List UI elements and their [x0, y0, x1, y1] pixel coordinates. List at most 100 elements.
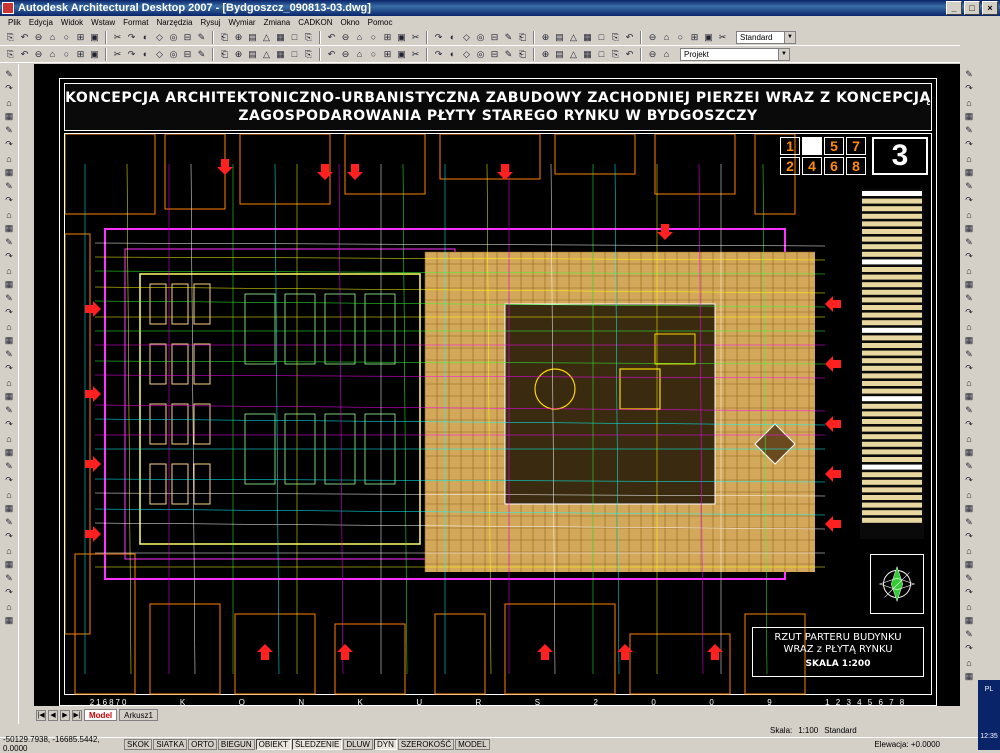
grid-toggle[interactable]: SIATKA [153, 738, 188, 750]
tool-icon[interactable]: ○ [60, 31, 73, 44]
tool-icon[interactable]: ↷ [2, 530, 16, 543]
tool-icon[interactable]: ⌂ [962, 152, 976, 165]
tool-icon[interactable]: ⌂ [962, 488, 976, 501]
tool-icon[interactable]: ⌂ [2, 96, 16, 109]
menu-wstaw[interactable]: Wstaw [87, 18, 119, 27]
tool-icon[interactable]: ▦ [962, 558, 976, 571]
tool-icon[interactable]: ▤ [553, 48, 566, 61]
menu-cadkon[interactable]: CADKON [294, 18, 336, 27]
tool-icon[interactable]: ▣ [702, 31, 715, 44]
tool-icon[interactable]: ⊞ [74, 48, 87, 61]
tool-icon[interactable]: ⌂ [660, 48, 673, 61]
menu-zmiana[interactable]: Zmiana [260, 18, 295, 27]
tool-icon[interactable]: ▦ [2, 446, 16, 459]
menu-pomoc[interactable]: Pomoc [364, 18, 397, 27]
menu-narzedzia[interactable]: Narzędzia [152, 18, 196, 27]
tool-icon[interactable]: ✂ [716, 31, 729, 44]
tool-icon[interactable]: □ [288, 31, 301, 44]
tool-icon[interactable]: ⎘ [4, 48, 17, 61]
tool-icon[interactable]: ↷ [2, 194, 16, 207]
maximize-button[interactable]: □ [964, 1, 980, 15]
tool-icon[interactable]: ↷ [2, 474, 16, 487]
tool-icon[interactable]: ⌂ [962, 544, 976, 557]
lineweight-toggle[interactable]: SZEROKOŚĆ [397, 738, 455, 750]
tool-icon[interactable]: ⊞ [74, 31, 87, 44]
tool-icon[interactable]: ✎ [195, 31, 208, 44]
tool-icon[interactable]: ⎘ [4, 31, 17, 44]
tool-icon[interactable]: ⊖ [32, 31, 45, 44]
tool-icon[interactable]: ↶ [18, 48, 31, 61]
tool-icon[interactable]: ▦ [2, 222, 16, 235]
model-toggle[interactable]: MODEL [455, 738, 490, 750]
tool-icon[interactable]: ⊖ [339, 48, 352, 61]
tool-icon[interactable]: ↷ [432, 48, 445, 61]
tool-icon[interactable]: ⊞ [688, 31, 701, 44]
tool-icon[interactable]: ⎘ [302, 31, 315, 44]
tool-icon[interactable]: ⌂ [962, 208, 976, 221]
next-tab-icon[interactable]: ▶ [60, 709, 70, 721]
ducs-toggle[interactable]: DLUW [343, 738, 373, 750]
tool-icon[interactable]: ⎘ [609, 31, 622, 44]
language-indicator[interactable]: PL [978, 686, 1000, 693]
layer-combo[interactable]: Projekt ▼ [680, 47, 790, 61]
tool-icon[interactable]: ▤ [246, 31, 259, 44]
tool-icon[interactable]: △ [567, 48, 580, 61]
tool-icon[interactable]: ✎ [962, 348, 976, 361]
tool-icon[interactable]: ▣ [88, 31, 101, 44]
tool-icon[interactable]: ⊕ [539, 31, 552, 44]
tool-icon[interactable]: ↷ [2, 362, 16, 375]
tool-icon[interactable]: ✎ [2, 348, 16, 361]
tool-icon[interactable]: ⌂ [660, 31, 673, 44]
tool-icon[interactable]: ⌂ [353, 31, 366, 44]
drawing-viewport[interactable]: KONCEPCJA ARCHITEKTONICZNO-URBANISTYCZNA… [34, 64, 960, 706]
tool-icon[interactable]: ↷ [2, 418, 16, 431]
style-value[interactable]: Standard [824, 726, 856, 735]
tool-icon[interactable]: ✂ [409, 31, 422, 44]
dyn-toggle[interactable]: DYN [373, 738, 397, 750]
tool-icon[interactable]: ⊟ [488, 48, 501, 61]
tool-icon[interactable]: ⌂ [46, 31, 59, 44]
tool-icon[interactable]: ⌂ [2, 264, 16, 277]
tool-icon[interactable]: □ [288, 48, 301, 61]
tool-icon[interactable]: ✎ [962, 68, 976, 81]
tool-icon[interactable]: □ [595, 48, 608, 61]
tool-icon[interactable]: ↷ [2, 306, 16, 319]
tool-icon[interactable]: ✎ [2, 180, 16, 193]
tool-icon[interactable]: ↶ [325, 48, 338, 61]
tool-icon[interactable]: ✎ [962, 124, 976, 137]
tool-icon[interactable]: ◇ [460, 31, 473, 44]
ortho-toggle[interactable]: ORTO [188, 738, 217, 750]
tool-icon[interactable]: ⊖ [32, 48, 45, 61]
tool-icon[interactable]: ▦ [2, 614, 16, 627]
tool-icon[interactable]: ▣ [395, 48, 408, 61]
tool-icon[interactable]: ⌂ [962, 600, 976, 613]
tool-icon[interactable]: ◐ [446, 48, 459, 61]
tool-icon[interactable]: ⊕ [232, 48, 245, 61]
tool-icon[interactable]: ⊕ [232, 31, 245, 44]
tool-icon[interactable]: ↷ [962, 418, 976, 431]
tool-icon[interactable]: ✎ [2, 460, 16, 473]
tool-icon[interactable]: ↶ [325, 31, 338, 44]
chevron-down-icon[interactable]: ▼ [784, 31, 795, 43]
tool-icon[interactable]: ↷ [962, 474, 976, 487]
tool-icon[interactable]: ⎗ [516, 31, 529, 44]
tool-icon[interactable]: ✎ [502, 31, 515, 44]
tool-icon[interactable]: ⎗ [218, 48, 231, 61]
tool-icon[interactable]: ▦ [274, 48, 287, 61]
tool-icon[interactable]: ⌂ [962, 96, 976, 109]
tool-icon[interactable]: ⌂ [353, 48, 366, 61]
tool-icon[interactable]: ↷ [962, 530, 976, 543]
tool-icon[interactable]: ◐ [446, 31, 459, 44]
tool-icon[interactable]: ⎘ [609, 48, 622, 61]
tool-icon[interactable]: ✎ [962, 236, 976, 249]
tool-icon[interactable]: ▦ [962, 278, 976, 291]
tool-icon[interactable]: ▦ [2, 278, 16, 291]
tool-icon[interactable]: ◎ [474, 48, 487, 61]
tool-icon[interactable]: ⌂ [2, 152, 16, 165]
tool-icon[interactable]: ⌂ [962, 656, 976, 669]
tool-icon[interactable]: △ [567, 31, 580, 44]
first-tab-icon[interactable]: |◀ [36, 709, 46, 721]
tool-icon[interactable]: ↷ [962, 642, 976, 655]
tool-icon[interactable]: ↷ [962, 82, 976, 95]
tool-icon[interactable]: ⊖ [646, 31, 659, 44]
